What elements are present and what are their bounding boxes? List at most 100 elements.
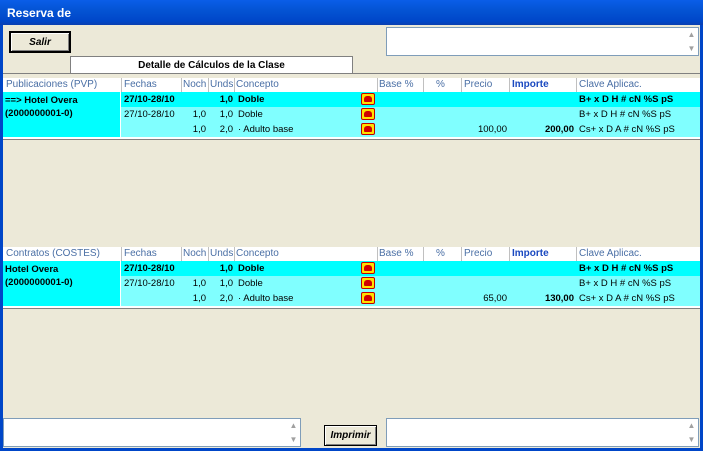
- col-fechas: Fechas: [124, 248, 157, 259]
- cell-noch: 1,0: [181, 107, 208, 122]
- cell-importe: [509, 276, 576, 291]
- cell-clave: Cs+ x D A # cN %S pS: [576, 291, 700, 306]
- scroll-down-icon[interactable]: ▼: [287, 433, 300, 446]
- col-noch: Noch: [183, 248, 207, 259]
- phone-icon[interactable]: [361, 277, 375, 289]
- col-concepto: Concepto: [236, 248, 279, 259]
- cell-precio: 100,00: [461, 122, 509, 137]
- col-base-pct: Base %: [379, 79, 414, 90]
- cell-unds: 1,0: [208, 107, 235, 122]
- cell-concepto: · Adulto base: [235, 291, 377, 306]
- table-row[interactable]: 27/10-28/10 1,0 Doble B+ x D H # cN %S p…: [3, 261, 700, 276]
- cell-unds: 1,0: [208, 261, 235, 276]
- cell-importe: [509, 92, 576, 107]
- col-precio: Precio: [464, 248, 493, 259]
- grid-header: Contratos (COSTES) Fechas Noch Unds Conc…: [3, 247, 700, 261]
- publicaciones-grid: Publicaciones (PVP) Fechas Noch Unds Con…: [3, 78, 700, 168]
- grid-divider: [3, 308, 700, 309]
- cell-concepto: Doble: [235, 92, 377, 107]
- notes-textbox-left[interactable]: ▲ ▼: [3, 418, 301, 447]
- cell-base: [377, 92, 423, 107]
- cell-pct: [423, 122, 461, 137]
- cell-precio: 65,00: [461, 291, 509, 306]
- col-clave: Clave Aplicac.: [579, 248, 642, 259]
- table-row[interactable]: 27/10-28/10 1,0 1,0 Doble B+ x D H # cN …: [3, 276, 700, 291]
- cell-unds: 1,0: [208, 276, 235, 291]
- tab-divider: [3, 73, 700, 74]
- cell-base: [377, 107, 423, 122]
- notes-textbox-right[interactable]: ▲ ▼: [386, 418, 699, 447]
- cell-fechas: [121, 122, 181, 137]
- section-label: Publicaciones (PVP): [6, 79, 98, 90]
- cell-precio: [461, 261, 509, 276]
- col-unds: Unds: [210, 248, 234, 259]
- section-label: Contratos (COSTES): [6, 248, 100, 259]
- col-noch: Noch: [183, 79, 207, 90]
- col-base-pct: Base %: [379, 248, 414, 259]
- cell-fechas: [121, 291, 181, 306]
- col-unds: Unds: [210, 79, 234, 90]
- cell-unds: 1,0: [208, 92, 235, 107]
- cell-unds: 2,0: [208, 291, 235, 306]
- col-importe: Importe: [512, 248, 549, 259]
- cell-importe: 200,00: [509, 122, 576, 137]
- cell-importe: 130,00: [509, 291, 576, 306]
- grid-header: Publicaciones (PVP) Fechas Noch Unds Con…: [3, 78, 700, 92]
- cell-fechas: 27/10-28/10: [121, 276, 181, 291]
- scroll-up-icon[interactable]: ▲: [287, 419, 300, 432]
- cell-pct: [423, 291, 461, 306]
- cell-fechas: 27/10-28/10: [121, 92, 181, 107]
- exit-button[interactable]: Salir: [9, 31, 71, 53]
- cell-clave: B+ x D H # cN %S pS: [576, 276, 700, 291]
- col-clave: Clave Aplicac.: [579, 79, 642, 90]
- cell-noch: 1,0: [181, 291, 208, 306]
- cell-precio: [461, 92, 509, 107]
- cell-concepto: Doble: [235, 261, 377, 276]
- cell-precio: [461, 276, 509, 291]
- col-concepto: Concepto: [236, 79, 279, 90]
- phone-icon[interactable]: [361, 262, 375, 274]
- table-row[interactable]: 1,0 2,0 · Adulto base 65,00 130,00 Cs+ x…: [3, 291, 700, 306]
- cell-unds: 2,0: [208, 122, 235, 137]
- grid-divider: [3, 139, 700, 140]
- scroll-up-icon[interactable]: ▲: [685, 28, 698, 41]
- cell-base: [377, 276, 423, 291]
- col-importe: Importe: [512, 79, 549, 90]
- col-pct: %: [436, 79, 445, 90]
- grid-rows: Hotel Overa (2000000001-0) 27/10-28/10 1…: [3, 261, 700, 308]
- cell-concepto: · Adulto base: [235, 122, 377, 137]
- cell-noch: [181, 92, 208, 107]
- scroll-down-icon[interactable]: ▼: [685, 42, 698, 55]
- cell-concepto: Doble: [235, 107, 377, 122]
- phone-icon[interactable]: [361, 292, 375, 304]
- col-fechas: Fechas: [124, 79, 157, 90]
- scroll-down-icon[interactable]: ▼: [685, 433, 698, 446]
- table-row[interactable]: 1,0 2,0 · Adulto base 100,00 200,00 Cs+ …: [3, 122, 700, 137]
- cell-noch: 1,0: [181, 122, 208, 137]
- cell-pct: [423, 276, 461, 291]
- table-row[interactable]: 27/10-28/10 1,0 1,0 Doble B+ x D H # cN …: [3, 107, 700, 122]
- tab-detalle-calculos[interactable]: Detalle de Cálculos de la Clase: [70, 56, 353, 74]
- table-row[interactable]: 27/10-28/10 1,0 Doble B+ x D H # cN %S p…: [3, 92, 700, 107]
- cell-precio: [461, 107, 509, 122]
- cell-base: [377, 261, 423, 276]
- cell-noch: [181, 261, 208, 276]
- cell-fechas: 27/10-28/10: [121, 107, 181, 122]
- cell-base: [377, 122, 423, 137]
- phone-icon[interactable]: [361, 123, 375, 135]
- cell-noch: 1,0: [181, 276, 208, 291]
- print-button[interactable]: Imprimir: [324, 425, 377, 446]
- info-textbox-top[interactable]: ▲ ▼: [386, 27, 699, 56]
- cell-clave: B+ x D H # cN %S pS: [576, 92, 700, 107]
- cell-importe: [509, 107, 576, 122]
- cell-concepto: Doble: [235, 276, 377, 291]
- cell-pct: [423, 92, 461, 107]
- phone-icon[interactable]: [361, 108, 375, 120]
- window-title: Reserva de: [0, 0, 703, 25]
- col-precio: Precio: [464, 79, 493, 90]
- scroll-up-icon[interactable]: ▲: [685, 419, 698, 432]
- phone-icon[interactable]: [361, 93, 375, 105]
- cell-clave: B+ x D H # cN %S pS: [576, 261, 700, 276]
- cell-base: [377, 291, 423, 306]
- cell-clave: B+ x D H # cN %S pS: [576, 107, 700, 122]
